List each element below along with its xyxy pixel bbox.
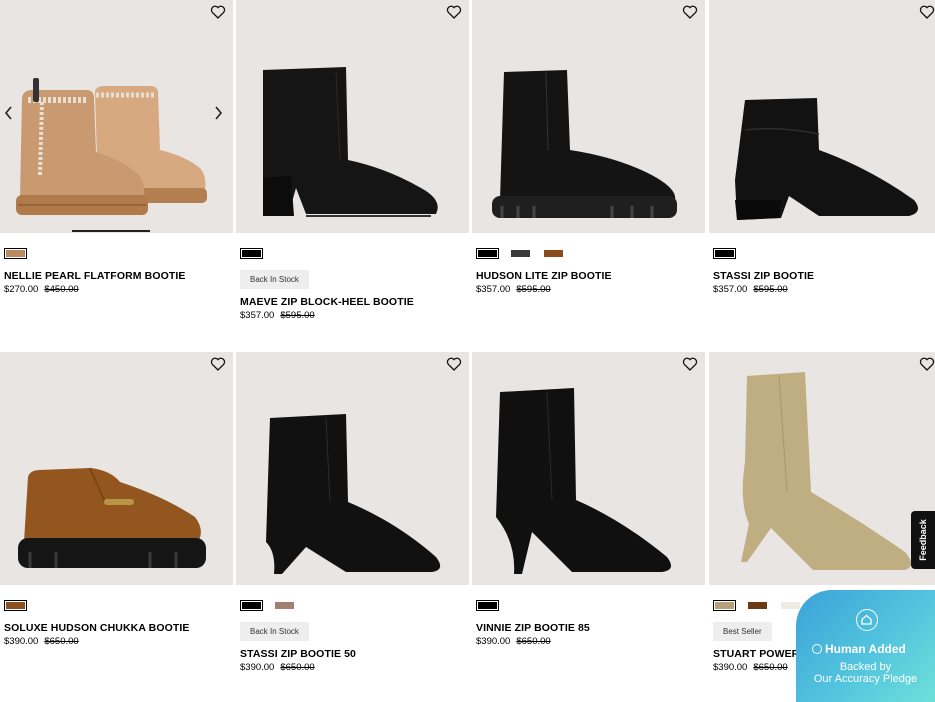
- product-name[interactable]: SOLUXE HUDSON CHUKKA BOOTIE: [4, 622, 190, 634]
- vinnie-85-bootie-image: [496, 388, 671, 574]
- original-price: $595.00: [516, 284, 551, 295]
- stassi-50-bootie-image: [266, 414, 441, 574]
- sale-price: $390.00: [240, 662, 275, 673]
- color-swatch[interactable]: [542, 248, 565, 259]
- product-price: $390.00 $650.00: [713, 662, 788, 673]
- product-image[interactable]: [709, 0, 935, 233]
- leather-western-bootie-image: [735, 98, 918, 220]
- original-price: $650.00: [516, 636, 551, 647]
- color-swatch[interactable]: [476, 248, 499, 259]
- product-price: $357.00 $595.00: [240, 310, 315, 321]
- sale-price: $357.00: [240, 310, 275, 321]
- original-price: $650.00: [753, 662, 788, 673]
- color-swatches: [476, 600, 499, 611]
- suede-block-heel-bootie-image: [263, 67, 438, 217]
- status-badge: Back In Stock: [240, 622, 309, 641]
- wishlist-heart-icon[interactable]: [682, 356, 698, 372]
- pledge-title-row: Human Added: [812, 642, 906, 656]
- suede-chukka-bootie-image: [18, 467, 206, 568]
- carousel-next-icon[interactable]: [212, 105, 224, 121]
- sale-price: $390.00: [713, 662, 748, 673]
- product-image[interactable]: [0, 352, 233, 585]
- color-swatches: [476, 248, 565, 259]
- accuracy-pledge-widget[interactable]: Human Added Backed by Our Accuracy Pledg…: [796, 590, 935, 702]
- product-card[interactable]: VINNIE ZIP BOOTIE 85 $390.00 $650.00: [472, 352, 705, 702]
- carousel-progress: [72, 230, 150, 232]
- product-card[interactable]: NELLIE PEARL FLATFORM BOOTIE $270.00 $450…: [0, 0, 233, 350]
- product-image[interactable]: [236, 352, 469, 585]
- sale-price: $357.00: [713, 284, 748, 295]
- product-image[interactable]: [236, 0, 469, 233]
- product-name[interactable]: STASSI ZIP BOOTIE 50: [240, 648, 356, 660]
- product-price: $390.00 $650.00: [4, 636, 79, 647]
- product-card[interactable]: STASSI ZIP BOOTIE $357.00 $595.00: [709, 0, 935, 350]
- stuart-power-bootie-image: [741, 372, 911, 570]
- wishlist-heart-icon[interactable]: [682, 4, 698, 20]
- color-swatch[interactable]: [509, 248, 532, 259]
- product-image[interactable]: [472, 0, 705, 233]
- wishlist-heart-icon[interactable]: [446, 4, 462, 20]
- wishlist-heart-icon[interactable]: [446, 356, 462, 372]
- sale-price: $390.00: [4, 636, 39, 647]
- color-swatches: [713, 248, 736, 259]
- ugg-platform-bootie-image: [16, 78, 207, 215]
- carousel-prev-icon[interactable]: [3, 105, 15, 121]
- product-image[interactable]: [472, 352, 705, 585]
- original-price: $650.00: [280, 662, 315, 673]
- wishlist-heart-icon[interactable]: [210, 4, 226, 20]
- product-price: $270.00 $450.00: [4, 284, 79, 295]
- product-price: $390.00 $650.00: [240, 662, 315, 673]
- product-card[interactable]: Back In Stock STASSI ZIP BOOTIE 50 $390.…: [236, 352, 469, 702]
- lug-sole-zip-bootie-image: [492, 70, 677, 218]
- color-swatches: [240, 600, 296, 611]
- color-swatches: [240, 248, 263, 259]
- product-card[interactable]: Back In Stock MAEVE ZIP BLOCK-HEEL BOOTI…: [236, 0, 469, 350]
- color-swatches: [4, 600, 27, 611]
- sale-price: $390.00: [476, 636, 511, 647]
- product-price: $357.00 $595.00: [713, 284, 788, 295]
- wishlist-heart-icon[interactable]: [919, 4, 935, 20]
- feedback-label: Feedback: [918, 519, 928, 561]
- product-name[interactable]: NELLIE PEARL FLATFORM BOOTIE: [4, 270, 186, 282]
- color-swatch[interactable]: [746, 600, 769, 611]
- product-price: $390.00 $650.00: [476, 636, 551, 647]
- product-name[interactable]: STASSI ZIP BOOTIE: [713, 270, 814, 282]
- status-badge: Best Seller: [713, 622, 772, 641]
- original-price: $595.00: [280, 310, 315, 321]
- product-name[interactable]: VINNIE ZIP BOOTIE 85: [476, 622, 590, 634]
- product-card[interactable]: SOLUXE HUDSON CHUKKA BOOTIE $390.00 $650.…: [0, 352, 233, 702]
- color-swatch[interactable]: [713, 600, 736, 611]
- color-swatch[interactable]: [476, 600, 499, 611]
- color-swatch[interactable]: [4, 600, 27, 611]
- product-name[interactable]: HUDSON LITE ZIP BOOTIE: [476, 270, 612, 282]
- product-image[interactable]: [0, 0, 233, 233]
- pledge-line-2: Backed by: [839, 661, 892, 673]
- original-price: $450.00: [44, 284, 79, 295]
- wishlist-heart-icon[interactable]: [210, 356, 226, 372]
- color-swatches: [4, 248, 27, 259]
- color-swatch[interactable]: [240, 600, 263, 611]
- sale-price: $270.00: [4, 284, 39, 295]
- color-swatch[interactable]: [273, 600, 296, 611]
- color-swatch[interactable]: [713, 248, 736, 259]
- color-swatch[interactable]: [240, 248, 263, 259]
- wishlist-heart-icon[interactable]: [919, 356, 935, 372]
- product-name[interactable]: MAEVE ZIP BLOCK-HEEL BOOTIE: [240, 296, 414, 308]
- pledge-line-3: Our Accuracy Pledge: [813, 673, 918, 685]
- original-price: $650.00: [44, 636, 79, 647]
- feedback-tab[interactable]: Feedback: [911, 511, 935, 569]
- product-card[interactable]: HUDSON LITE ZIP BOOTIE $357.00 $595.00: [472, 0, 705, 350]
- original-price: $595.00: [753, 284, 788, 295]
- pledge-subtitle: Backed by Our Accuracy Pledge: [796, 661, 935, 685]
- status-badge: Back In Stock: [240, 270, 309, 289]
- home-icon: [856, 609, 878, 631]
- color-swatch[interactable]: [4, 248, 27, 259]
- product-image[interactable]: [709, 352, 935, 585]
- product-price: $357.00 $595.00: [476, 284, 551, 295]
- color-swatch[interactable]: [779, 600, 802, 611]
- sale-price: $357.00: [476, 284, 511, 295]
- pledge-title: Human Added: [825, 642, 906, 656]
- check-circle-icon: [812, 644, 822, 654]
